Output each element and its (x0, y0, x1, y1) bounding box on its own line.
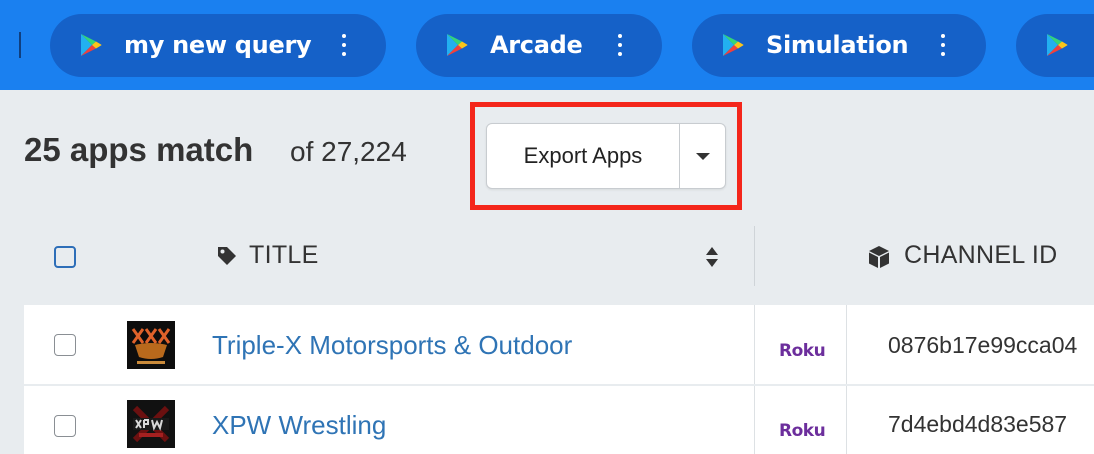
results-total: of 27,224 (290, 136, 407, 167)
cell-divider (846, 386, 847, 454)
table-row: XPW Wrestling Roku 7d4ebd4d83e587 (24, 386, 1094, 454)
tab-more-menu-icon[interactable] (616, 34, 624, 56)
export-apps-button[interactable]: Export Apps (487, 124, 679, 188)
tab-simulation[interactable]: Simulation (692, 14, 986, 77)
sort-icon[interactable] (704, 245, 720, 269)
tab-label: Arcade (490, 31, 583, 59)
channel-id-value: 7d4ebd4d83e587 (888, 411, 1068, 437)
google-play-icon (81, 34, 102, 56)
google-play-icon (723, 34, 744, 56)
tab-label: my new query (124, 31, 312, 59)
tab-bar-divider (19, 32, 21, 58)
cell-divider (754, 305, 755, 384)
app-thumbnail[interactable] (127, 321, 175, 369)
google-play-icon (447, 34, 468, 56)
query-tab-bar: my new query Arcade Simulation (0, 0, 1094, 90)
app-title-link[interactable]: Triple-X Motorsports & Outdoor (212, 330, 572, 361)
table-row: Triple-X Motorsports & Outdoor Roku 0876… (24, 305, 1094, 384)
cube-icon (869, 246, 889, 268)
tab-my-new-query[interactable]: my new query (50, 14, 386, 77)
channel-id-value: 0876b17e99cca04 (888, 332, 1078, 358)
column-header-channel-id[interactable]: CHANNEL ID (904, 241, 1058, 270)
roku-logo-icon: Roku (779, 421, 826, 441)
export-dropdown-toggle[interactable] (680, 124, 726, 188)
row-checkbox[interactable] (54, 334, 76, 356)
export-button-group: Export Apps (486, 123, 726, 189)
row-checkbox[interactable] (54, 415, 76, 437)
cell-divider (754, 386, 755, 454)
column-header-title[interactable]: TITLE (249, 241, 319, 270)
cell-divider (846, 305, 847, 384)
column-divider[interactable] (754, 226, 755, 286)
select-all-checkbox[interactable] (54, 246, 76, 268)
caret-down-icon (696, 152, 710, 160)
roku-logo-icon: Roku (779, 341, 826, 361)
tab-partial[interactable] (1016, 14, 1094, 77)
tab-label: Simulation (766, 31, 909, 59)
app-thumbnail[interactable] (127, 400, 175, 448)
tag-icon (218, 247, 236, 265)
results-count: 25 apps match (24, 131, 254, 168)
tab-more-menu-icon[interactable] (939, 34, 947, 56)
tab-arcade[interactable]: Arcade (416, 14, 662, 77)
google-play-icon (1047, 34, 1068, 56)
app-title-link[interactable]: XPW Wrestling (212, 410, 386, 441)
tab-more-menu-icon[interactable] (340, 34, 348, 56)
